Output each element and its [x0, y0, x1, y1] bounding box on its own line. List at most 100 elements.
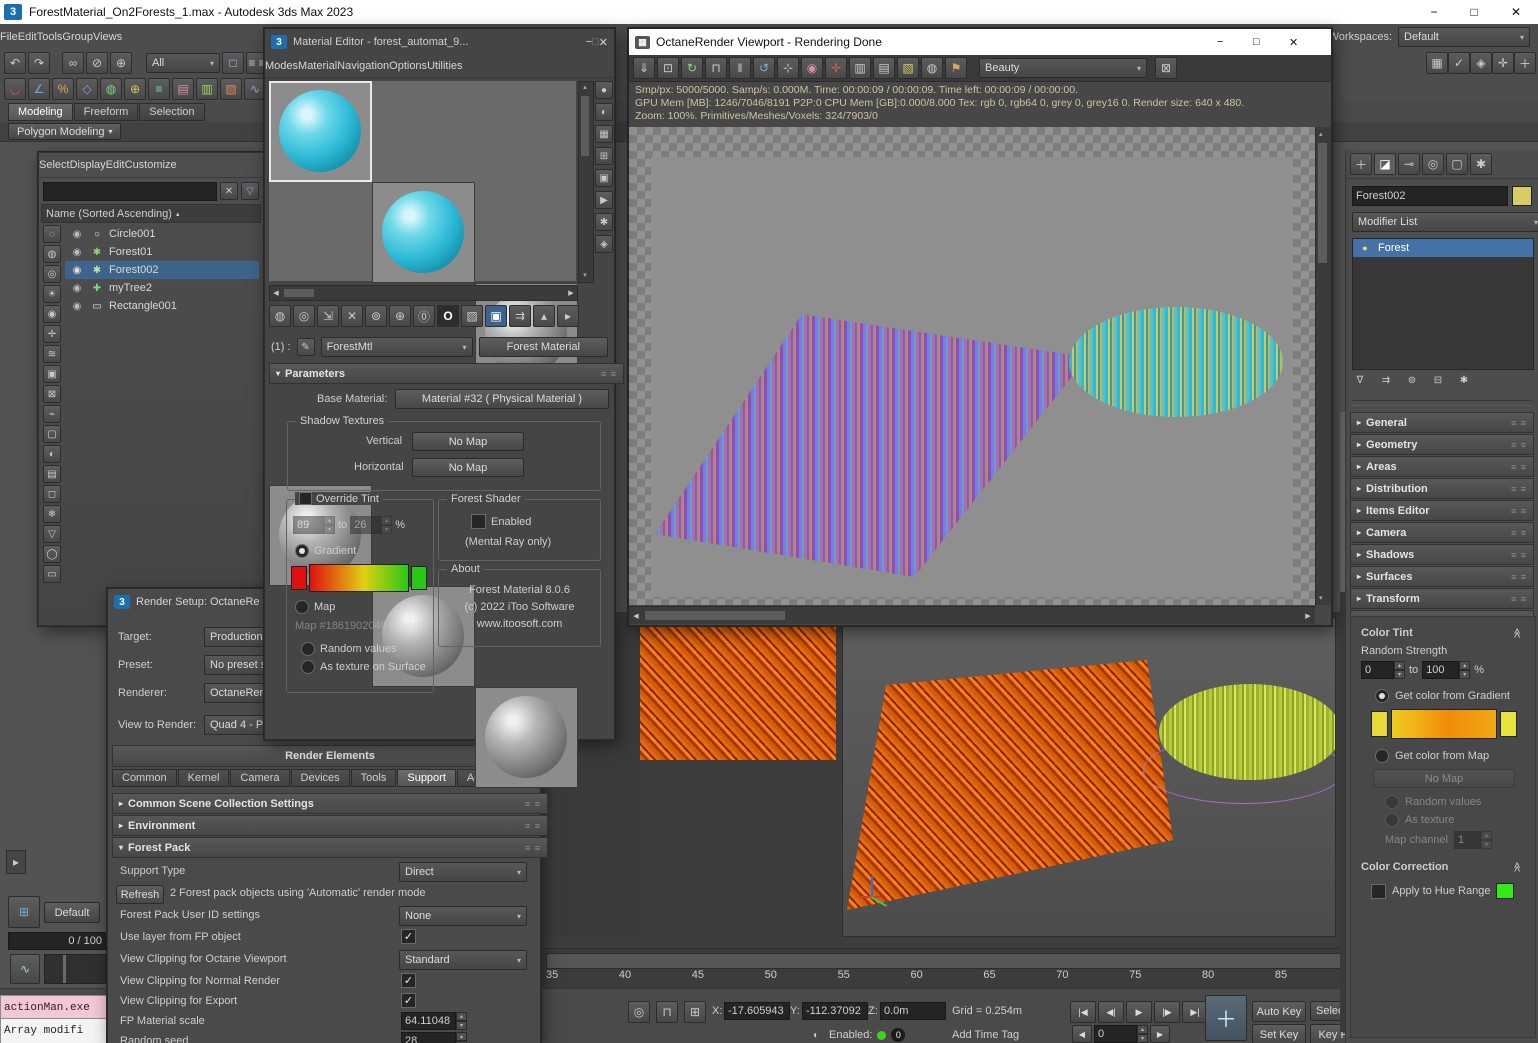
material-name-dropdown[interactable]: ForestMtl ▾ — [320, 337, 473, 357]
list-item[interactable]: ◉ ▭ Rectangle001 — [65, 297, 259, 315]
sample-tiling-icon[interactable]: ⊞ — [595, 147, 613, 165]
options-icon[interactable]: ✱ — [595, 213, 613, 231]
clay-mode-icon[interactable]: ◍ — [921, 57, 943, 79]
display-filter-icon[interactable]: ▽ — [43, 525, 61, 543]
rollout-shadows[interactable]: ▸ Shadows ≡ ≡ — [1350, 544, 1534, 565]
display-bones-icon[interactable]: ⌁ — [43, 405, 61, 423]
priority-icon[interactable]: ⚑ — [945, 57, 967, 79]
background-icon[interactable]: ▦ — [595, 125, 613, 143]
selection-filter-dropdown[interactable]: All ▾ — [146, 53, 220, 73]
rollout-camera[interactable]: ▸ Camera ≡ ≡ — [1350, 522, 1534, 543]
spinner-down-icon[interactable]: ▾ — [1137, 1034, 1148, 1043]
visibility-icon[interactable]: ◉ — [69, 226, 85, 242]
gradient-right-swatch[interactable] — [411, 566, 427, 590]
pause-render-icon[interactable]: ‖ — [729, 57, 751, 79]
display-all-icon[interactable]: ◌ — [43, 225, 61, 243]
me-menu-navigation[interactable]: Navigation — [337, 60, 389, 72]
modifier-stack[interactable]: ● Forest — [1352, 238, 1534, 370]
redo-icon[interactable]: ↷ — [28, 52, 50, 74]
put-material-icon[interactable]: ◎ — [293, 305, 315, 327]
y-field[interactable]: -112.37092 — [802, 1002, 868, 1020]
viewport-layout-default-button[interactable]: Default — [44, 902, 100, 923]
align-icon[interactable]: ≡ — [148, 78, 170, 100]
assign-material-icon[interactable]: ⇲ — [317, 305, 339, 327]
show-background-icon[interactable]: ▨ — [461, 305, 483, 327]
visibility-icon[interactable]: ◉ — [69, 298, 85, 314]
parameters-rollout[interactable]: ▾ Parameters ≡ ≡ — [269, 363, 624, 384]
lightbulb-icon[interactable]: ● — [1357, 240, 1373, 256]
tab-camera[interactable]: Camera — [230, 769, 290, 787]
gradient-bar[interactable] — [309, 564, 409, 592]
rollout-items-editor[interactable]: ▸ Items Editor ≡ ≡ — [1350, 500, 1534, 521]
utilities-tab-icon[interactable]: ✱ — [1470, 153, 1492, 175]
rollout-distribution[interactable]: ▸ Distribution ≡ ≡ — [1350, 478, 1534, 499]
subsample-icon[interactable]: ▧ — [897, 57, 919, 79]
section-chevrons-icon[interactable]: ≪ — [1509, 625, 1525, 641]
override-tint-checkbox[interactable] — [299, 492, 312, 505]
menu-group[interactable]: Group — [62, 31, 93, 43]
display-geometry-icon[interactable]: ◍ — [43, 245, 61, 263]
menu-file[interactable]: File — [0, 31, 18, 43]
key-forward-button[interactable]: ▶ — [1150, 1025, 1170, 1043]
display-cameras-icon[interactable]: ◉ — [43, 305, 61, 323]
octane-vscrollbar[interactable]: ▴ ▾ — [1315, 127, 1331, 605]
percent-snap-icon[interactable]: % — [52, 78, 74, 100]
user-id-dropdown[interactable]: None ▾ — [399, 906, 527, 926]
put-to-library-icon[interactable]: ⊕ — [389, 305, 411, 327]
material-editor-titlebar[interactable]: 3 Material Editor - forest_automat_9... … — [265, 29, 614, 55]
pass-settings-icon[interactable]: ⊠ — [1155, 57, 1177, 79]
remove-modifier-icon[interactable]: ⊟ — [1430, 372, 1446, 388]
close-button[interactable]: ✕ — [1289, 36, 1325, 49]
me-menu-utilities[interactable]: Utilities — [427, 60, 462, 72]
base-material-button[interactable]: Material #32 ( Physical Material ) — [395, 389, 609, 409]
select-object-icon[interactable]: □ — [222, 52, 244, 74]
generate-preview-icon[interactable]: ▶ — [595, 191, 613, 209]
make-unique-icon[interactable]: ⊚ — [1404, 372, 1420, 388]
create-tab-icon[interactable]: ＋ — [1350, 153, 1372, 175]
previous-frame-button[interactable]: ◀| — [1098, 1001, 1124, 1023]
visibility-icon[interactable]: ◉ — [69, 262, 85, 278]
selection-lock-icon[interactable]: ⊓ — [656, 1001, 678, 1023]
section-chevrons-icon[interactable]: ≪ — [1509, 859, 1525, 875]
ribbon-toggle-icon[interactable]: ▧ — [220, 78, 242, 100]
random-strength-to-spinner[interactable]: 100 ▴ ▾ — [1422, 661, 1471, 679]
display-layers-icon[interactable]: ▤ — [43, 465, 61, 483]
workspace-toolbar-icon-5[interactable]: ＋ — [1514, 52, 1536, 74]
play-button[interactable]: ▶ — [1126, 1001, 1152, 1023]
command-pan-scrollbar[interactable] — [1340, 412, 1345, 1032]
me-menu-material[interactable]: Material — [298, 60, 337, 72]
se-menu-select[interactable]: Select — [39, 159, 70, 171]
z-field[interactable]: 0.0m — [880, 1002, 946, 1020]
isolate-selection-icon[interactable]: ◎ — [628, 1001, 650, 1023]
next-frame-button[interactable]: |▶ — [1154, 1001, 1180, 1023]
list-item[interactable]: ◉ ✱ Forest01 — [65, 243, 259, 261]
display-xrefs-icon[interactable]: ⊠ — [43, 385, 61, 403]
viewport-area[interactable] — [540, 612, 1340, 952]
video-color-check-icon[interactable]: ▣ — [595, 169, 613, 187]
restart-render-icon[interactable]: ↺ — [753, 57, 775, 79]
add-time-tag[interactable]: Add Time Tag — [952, 1029, 1019, 1041]
clip-export-checkbox[interactable]: ✓ — [401, 993, 416, 1008]
track-bar[interactable] — [44, 954, 106, 984]
object-color-swatch[interactable] — [1512, 186, 1532, 206]
region-render-icon[interactable]: ▥ — [849, 57, 871, 79]
maximize-button[interactable]: □ — [592, 36, 599, 48]
workspace-toolbar-icon-1[interactable]: ▦ — [1426, 52, 1448, 74]
scroll-left-icon[interactable]: ◀ — [629, 608, 643, 624]
maxscript-listener-white[interactable]: Array modifi — [0, 1018, 112, 1043]
pin-stack-icon[interactable]: ∇ — [1352, 372, 1368, 388]
set-keys-button[interactable]: ＋ — [1205, 995, 1247, 1041]
mini-curve-toggle-icon[interactable]: ∿ — [10, 954, 40, 984]
maximize-button[interactable]: □ — [1253, 36, 1289, 48]
set-key-button[interactable]: Set Key — [1252, 1024, 1306, 1043]
scroll-left-icon[interactable]: ◀ — [270, 285, 282, 301]
me-menu-options[interactable]: Options — [389, 60, 427, 72]
material-slot-6[interactable] — [475, 687, 578, 788]
modifier-list-dropdown[interactable]: Modifier List ▾ — [1352, 212, 1538, 232]
tint-gradient-bar[interactable] — [1391, 709, 1497, 739]
panel-splitter[interactable] — [1352, 400, 1532, 406]
forest-shader-enabled-checkbox[interactable] — [471, 514, 486, 529]
object-name-field[interactable]: Forest002 — [1352, 186, 1508, 206]
random-values-radio[interactable] — [301, 642, 315, 656]
display-settings-icon[interactable]: ▭ — [43, 565, 61, 583]
